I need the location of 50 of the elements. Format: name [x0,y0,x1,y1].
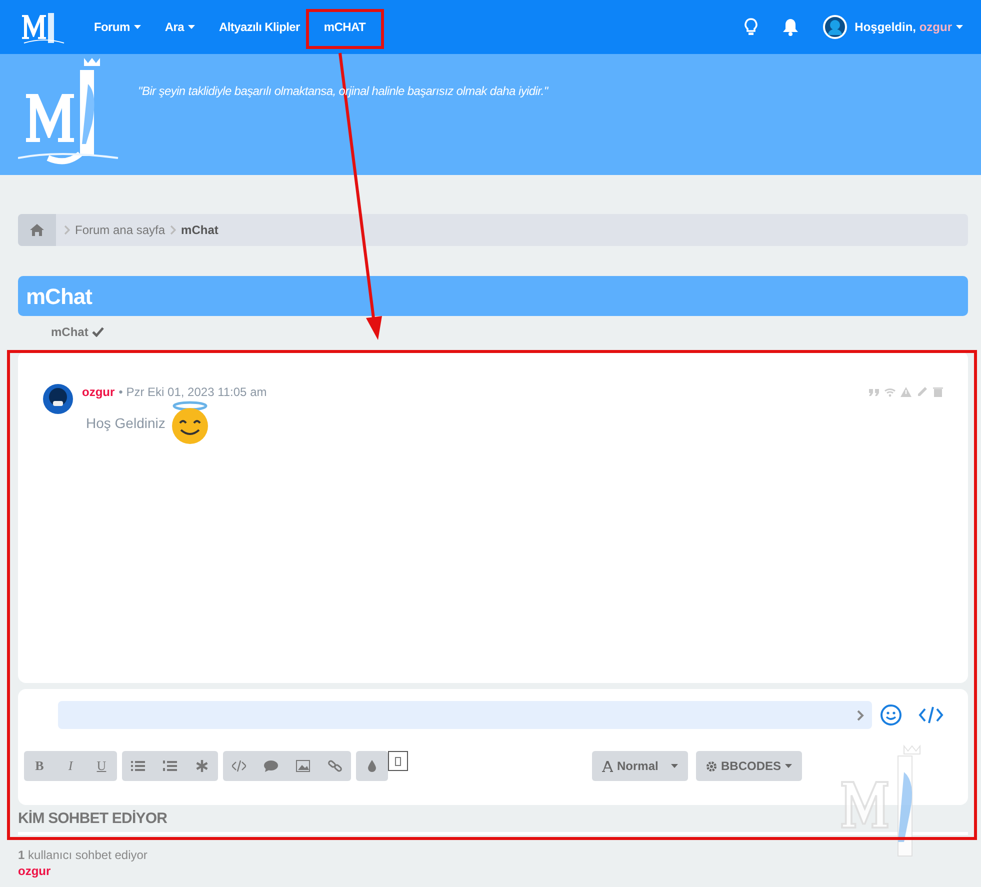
format-button[interactable]: I [55,751,86,781]
image-icon [296,760,310,772]
username-link[interactable]: ozgur [18,862,51,878]
checkmark-icon [92,327,104,337]
subnav-link[interactable]: mChat [51,323,88,341]
code-icon[interactable] [918,705,944,725]
lightbulb-icon[interactable] [744,18,758,36]
home-icon[interactable] [30,224,44,236]
speech-bubble-icon [264,760,278,772]
message-time: • Pzr Eki 01, 2023 11:05 am [118,384,267,401]
dropdown-button[interactable]: Normal [592,751,688,781]
nav-link[interactable]: Altyazılı Klipler [206,18,312,36]
caret-icon [671,764,678,768]
nav-link[interactable]: mCHAT [312,18,378,36]
caret-icon [785,764,792,768]
list-button[interactable] [122,751,154,781]
droplet-icon [365,760,379,772]
username-link[interactable]: ozgur [82,383,115,401]
numbered-list-icon [163,760,177,772]
chevron-icon[interactable] [857,710,864,720]
avatar-icon [42,383,74,415]
message-input[interactable] [58,701,872,729]
format-button[interactable]: B [24,751,55,781]
smiley-icon[interactable] [880,704,902,726]
link-button[interactable] [319,751,351,781]
user-menu[interactable]: Hoşgeldin, ozgur [822,15,963,39]
breadcrumb-link[interactable]: Forum ana sayfa [75,221,166,239]
nav-link[interactable]: Ara [152,18,207,36]
dropdown-button[interactable]: BBCODES [696,751,802,781]
gear-icon [706,760,717,772]
droplet-button[interactable] [356,751,388,781]
message-text: Hoş Geldiniz [86,414,166,433]
caret-icon [956,25,963,29]
font-icon [602,760,613,772]
list-icon [131,760,145,772]
chevron-icon [64,225,70,235]
user-count: 1 kullanıcı sohbet ediyor [18,846,148,862]
page-title: mChat [18,276,968,316]
asterisk-button[interactable] [186,751,218,781]
avatar-icon [822,15,847,39]
link-icon [328,760,342,772]
color-swatch[interactable] [388,751,408,771]
code-button[interactable] [223,751,255,781]
code-icon [232,760,246,772]
chevron-icon [170,225,176,235]
bell-icon[interactable] [782,18,799,36]
format-button[interactable]: U [86,751,117,781]
nav-link[interactable]: Forum [82,18,153,36]
breadcrumb-link[interactable]: mChat [181,221,218,239]
asterisk-icon [195,760,209,772]
